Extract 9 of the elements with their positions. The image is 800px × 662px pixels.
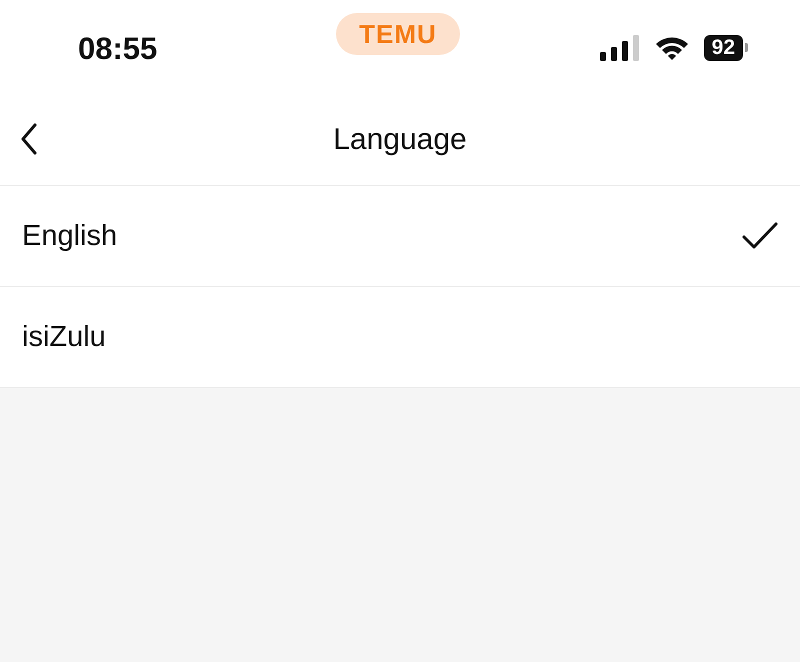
page-title: Language [333, 123, 467, 157]
language-option[interactable]: isiZulu [0, 287, 800, 388]
app-badge: TEMU [336, 13, 460, 55]
wifi-icon [654, 34, 690, 60]
back-icon [20, 123, 38, 155]
battery-level: 92 [704, 34, 743, 60]
language-option[interactable]: English [0, 186, 800, 287]
clock-time: 08:55 [78, 30, 158, 66]
signal-icon [600, 34, 640, 60]
